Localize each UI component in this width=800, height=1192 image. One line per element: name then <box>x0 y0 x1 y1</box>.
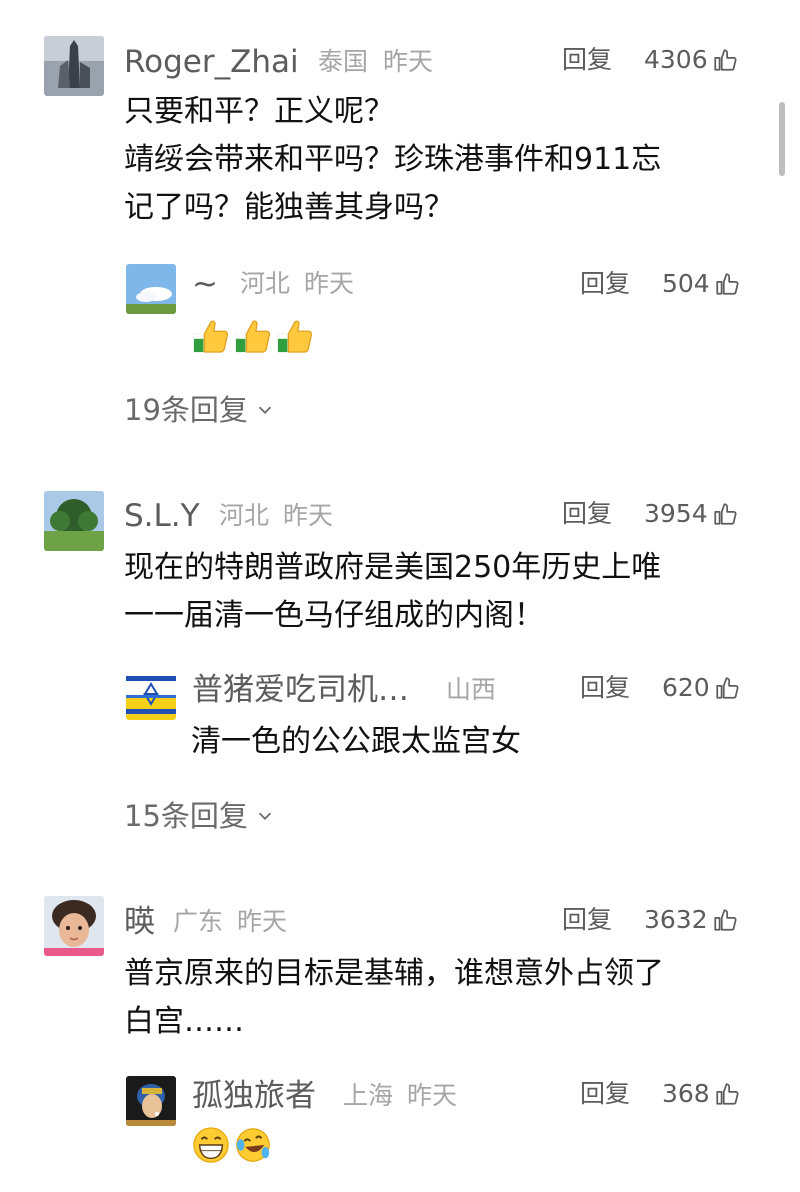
laugh-cry-emoji-icon <box>236 1128 270 1162</box>
reply-region: 山西 <box>446 675 497 704</box>
like-count: 620 <box>662 673 710 702</box>
like-count: 4306 <box>644 45 708 74</box>
reply-button[interactable]: 回复 <box>562 40 612 80</box>
chevron-down-icon <box>258 406 271 414</box>
avatar[interactable] <box>44 491 104 551</box>
comment-text: 现在的特朗普政府是美国250年历史上唯 一一届清一色马仔组成的内阁！ <box>124 550 662 633</box>
comment-author[interactable]: S.L.Y <box>124 496 200 536</box>
thumbs-up-icon <box>714 49 737 71</box>
thumbs-up-emoji-icon <box>277 320 313 353</box>
avatar[interactable] <box>126 670 176 720</box>
like-button[interactable]: 4306 <box>644 40 738 80</box>
like-count: 504 <box>662 269 710 298</box>
comment-author[interactable]: Roger_Zhai <box>124 42 299 82</box>
thumbs-up-emoji-icon <box>235 320 271 353</box>
like-count: 368 <box>662 1079 710 1108</box>
thumbs-up-icon <box>716 1083 739 1105</box>
reply-region: 上海 <box>343 1081 394 1110</box>
reply-author[interactable]: 普猪爱吃司机… <box>192 670 409 710</box>
reply-button[interactable]: 回复 <box>580 668 630 708</box>
reply-button[interactable]: 回复 <box>580 1074 630 1114</box>
reply-author[interactable]: ~ <box>192 264 218 304</box>
like-button[interactable]: 620 <box>662 668 740 708</box>
avatar[interactable] <box>126 264 176 314</box>
reply-time: 昨天 <box>407 1081 458 1110</box>
like-count: 3632 <box>644 905 708 934</box>
comment-text: 普京原来的目标是基辅，谁想意外占领了 白宫…… <box>124 956 664 1039</box>
reply-author[interactable]: 孤独旅者 <box>192 1076 316 1116</box>
thumbs-up-icon <box>714 503 737 525</box>
avatar[interactable] <box>44 896 104 956</box>
thumbs-up-emoji-icon <box>193 320 229 353</box>
reply-emoji <box>192 316 314 354</box>
like-button[interactable]: 3954 <box>644 494 738 534</box>
reply-button[interactable]: 回复 <box>580 264 630 304</box>
more-replies-link[interactable]: 15条回复 <box>124 796 274 836</box>
reply-emoji <box>192 1126 272 1164</box>
reply-button[interactable]: 回复 <box>562 494 612 534</box>
comment-region: 广东 <box>173 907 224 936</box>
like-count: 3954 <box>644 499 708 528</box>
like-button[interactable]: 368 <box>662 1074 740 1114</box>
grin-emoji-icon <box>193 1127 229 1163</box>
reply-region: 河北 <box>240 269 291 298</box>
comment-time: 昨天 <box>383 47 434 76</box>
like-button[interactable]: 3632 <box>644 900 738 940</box>
comment-text: 只要和平？正义呢？ 靖绥会带来和平吗？珍珠港事件和911忘 记了吗？能独善其身吗… <box>124 94 662 225</box>
reply-button[interactable]: 回复 <box>562 900 612 940</box>
scrollbar[interactable] <box>779 102 785 176</box>
thumbs-up-icon <box>716 677 739 699</box>
like-button[interactable]: 504 <box>662 264 740 304</box>
avatar[interactable] <box>44 36 104 96</box>
more-replies-link[interactable]: 19条回复 <box>124 390 274 430</box>
more-replies-label: 19条回复 <box>124 393 248 427</box>
reply-time: 昨天 <box>304 269 355 298</box>
thumbs-up-icon <box>714 909 737 931</box>
thumbs-up-icon <box>716 273 739 295</box>
comment-time: 昨天 <box>237 907 288 936</box>
reply-text: 清一色的公公跟太监宫女 <box>191 724 521 759</box>
comment-region: 泰国 <box>318 47 369 76</box>
avatar[interactable] <box>126 1076 176 1126</box>
more-replies-label: 15条回复 <box>124 799 248 833</box>
comment-author[interactable]: 暎 <box>124 902 155 942</box>
comment-region: 河北 <box>219 501 270 530</box>
chevron-down-icon <box>258 812 271 820</box>
comment-time: 昨天 <box>283 501 334 530</box>
